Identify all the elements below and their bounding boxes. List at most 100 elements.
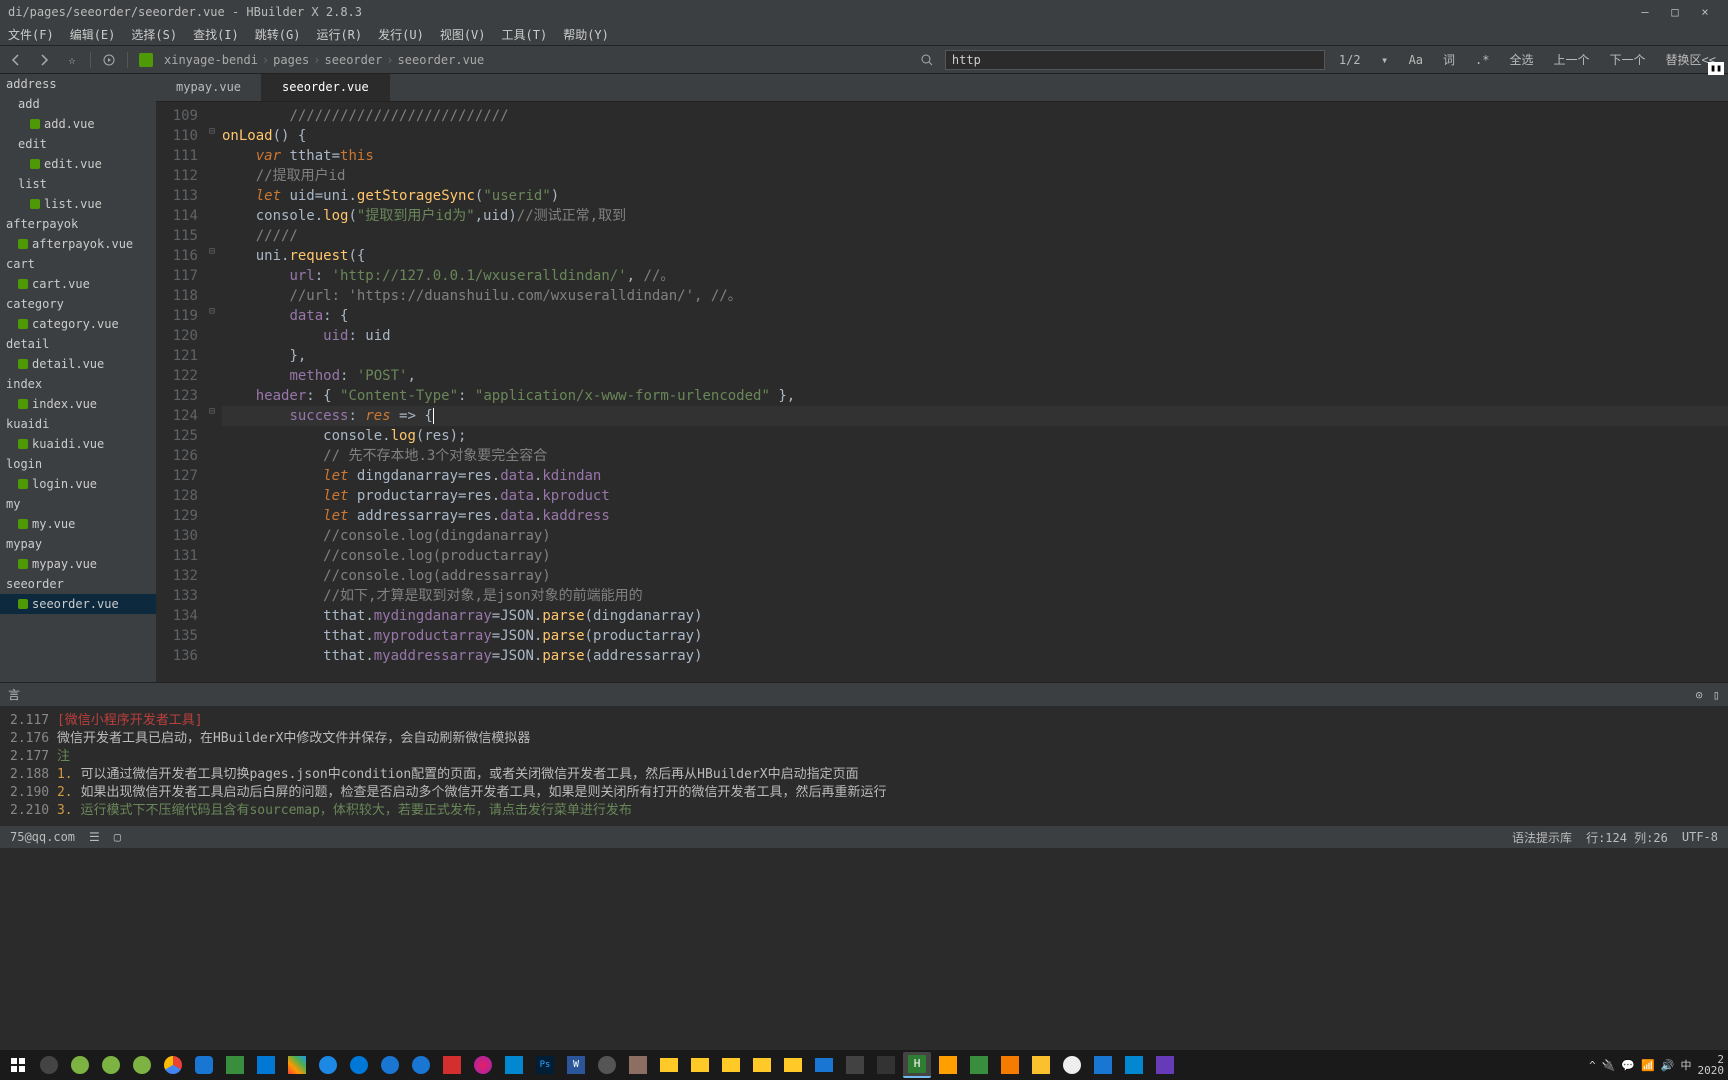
code-line[interactable]: let dingdanarray=res.data.kdindan	[222, 466, 1728, 486]
syntax-hint[interactable]: 语法提示库	[1512, 829, 1572, 846]
fold-icon[interactable]	[206, 446, 218, 466]
fold-icon[interactable]	[206, 166, 218, 186]
taskbar-folder[interactable]	[717, 1052, 745, 1078]
fold-icon[interactable]: ⊟	[206, 246, 218, 266]
sidebar-file[interactable]: category.vue	[0, 314, 156, 334]
sidebar-folder[interactable]: add	[0, 94, 156, 114]
code-line[interactable]: data: {	[222, 306, 1728, 326]
code-line[interactable]: },	[222, 346, 1728, 366]
taskbar-app[interactable]	[1027, 1052, 1055, 1078]
taskbar-app[interactable]	[965, 1052, 993, 1078]
star-icon[interactable]: ☆	[62, 50, 82, 70]
taskbar-app[interactable]	[934, 1052, 962, 1078]
fold-icon[interactable]	[206, 426, 218, 446]
code-editor[interactable]: 1091101111121131141151161171181191201211…	[156, 102, 1728, 682]
taskbar-app[interactable]	[996, 1052, 1024, 1078]
sidebar-folder[interactable]: afterpayok	[0, 214, 156, 234]
taskbar-app[interactable]	[66, 1052, 94, 1078]
taskbar-app[interactable]	[810, 1052, 838, 1078]
code-line[interactable]: onLoad() {	[222, 126, 1728, 146]
menu-item[interactable]: 工具(T)	[502, 26, 548, 43]
menu-item[interactable]: 发行(U)	[378, 26, 424, 43]
fold-icon[interactable]	[206, 506, 218, 526]
sidebar-folder[interactable]: mypay	[0, 534, 156, 554]
taskbar-word[interactable]: W	[562, 1052, 590, 1078]
breadcrumb-item[interactable]: xinyage-bendi	[164, 53, 258, 67]
fold-icon[interactable]	[206, 646, 218, 666]
fold-icon[interactable]	[206, 146, 218, 166]
search-input[interactable]	[945, 50, 1325, 70]
code-line[interactable]: tthat.mydingdanarray=JSON.parse(dingdana…	[222, 606, 1728, 626]
maximize-button[interactable]: □	[1660, 5, 1690, 19]
word-button[interactable]: 词	[1437, 49, 1461, 70]
fold-icon[interactable]	[206, 566, 218, 586]
system-tray[interactable]: ^ 🔌 💬 📶 🔊 中 2 2020	[1589, 1054, 1724, 1076]
taskbar-app[interactable]	[624, 1052, 652, 1078]
code-line[interactable]: console.log(res);	[222, 426, 1728, 446]
code-line[interactable]: //console.log(productarray)	[222, 546, 1728, 566]
taskbar-app[interactable]	[35, 1052, 63, 1078]
code-line[interactable]: let addressarray=res.data.kaddress	[222, 506, 1728, 526]
sidebar-folder[interactable]: seeorder	[0, 574, 156, 594]
tray-icon[interactable]: 🔌	[1602, 1059, 1616, 1072]
selectall-button[interactable]: 全选	[1504, 49, 1540, 70]
taskbar-folder[interactable]	[779, 1052, 807, 1078]
taskbar-app[interactable]	[1151, 1052, 1179, 1078]
fold-icon[interactable]	[206, 606, 218, 626]
sidebar-folder[interactable]: index	[0, 374, 156, 394]
console-toggle-icon[interactable]: ▯	[1713, 688, 1720, 702]
code-line[interactable]: //提取用户id	[222, 166, 1728, 186]
editor-tab[interactable]: mypay.vue	[156, 74, 262, 101]
code-line[interactable]: console.log("提取到用户id为",uid)//测试正常,取到	[222, 206, 1728, 226]
sidebar-folder[interactable]: login	[0, 454, 156, 474]
taskbar-app[interactable]	[438, 1052, 466, 1078]
taskbar-vscode[interactable]	[252, 1052, 280, 1078]
status-user[interactable]: 75@qq.com	[10, 830, 75, 844]
terminal-icon[interactable]: ▢	[114, 830, 121, 844]
fold-icon[interactable]	[206, 546, 218, 566]
code-line[interactable]: url: 'http://127.0.0.1/wxuseralldindan/'…	[222, 266, 1728, 286]
taskbar-app[interactable]	[190, 1052, 218, 1078]
fold-icon[interactable]	[206, 266, 218, 286]
code-line[interactable]: uni.request({	[222, 246, 1728, 266]
taskbar-app[interactable]	[469, 1052, 497, 1078]
minimize-button[interactable]: —	[1630, 5, 1660, 19]
sidebar-folder[interactable]: edit	[0, 134, 156, 154]
code-line[interactable]: //console.log(dingdanarray)	[222, 526, 1728, 546]
sidebar-file[interactable]: my.vue	[0, 514, 156, 534]
search-icon[interactable]	[917, 50, 937, 70]
taskbar-app[interactable]	[1089, 1052, 1117, 1078]
menu-item[interactable]: 视图(V)	[440, 26, 486, 43]
fold-icon[interactable]: ⊟	[206, 306, 218, 326]
code-line[interactable]: //console.log(addressarray)	[222, 566, 1728, 586]
chevron-down-icon[interactable]: ▾	[1375, 50, 1395, 70]
fold-icon[interactable]	[206, 586, 218, 606]
sidebar-file[interactable]: cart.vue	[0, 274, 156, 294]
code-line[interactable]: // 先不存本地.3个对象要完全容合	[222, 446, 1728, 466]
code-line[interactable]: //如下,才算是取到对象,是json对象的前端能用的	[222, 586, 1728, 606]
taskbar-chrome[interactable]	[159, 1052, 187, 1078]
fold-icon[interactable]	[206, 206, 218, 226]
taskbar-app[interactable]	[872, 1052, 900, 1078]
fold-icon[interactable]	[206, 186, 218, 206]
list-icon[interactable]: ☰	[89, 830, 100, 844]
sidebar-file[interactable]: mypay.vue	[0, 554, 156, 574]
taskbar-folder[interactable]	[748, 1052, 776, 1078]
fold-icon[interactable]	[206, 466, 218, 486]
taskbar-ie[interactable]	[314, 1052, 342, 1078]
code-line[interactable]: header: { "Content-Type": "application/x…	[222, 386, 1728, 406]
menu-item[interactable]: 查找(I)	[193, 26, 239, 43]
taskbar-app[interactable]	[841, 1052, 869, 1078]
menu-item[interactable]: 帮助(Y)	[563, 26, 609, 43]
prev-button[interactable]: 上一个	[1548, 49, 1596, 70]
code-line[interactable]: //////////////////////////	[222, 106, 1728, 126]
code-line[interactable]: uid: uid	[222, 326, 1728, 346]
menu-item[interactable]: 跳转(G)	[255, 26, 301, 43]
taskbar-ps[interactable]: Ps	[531, 1052, 559, 1078]
sidebar-file[interactable]: add.vue	[0, 114, 156, 134]
fold-icon[interactable]	[206, 326, 218, 346]
regex-button[interactable]: .*	[1469, 51, 1495, 69]
taskbar-folder[interactable]	[686, 1052, 714, 1078]
sidebar-file[interactable]: edit.vue	[0, 154, 156, 174]
fold-icon[interactable]: ⊟	[206, 126, 218, 146]
